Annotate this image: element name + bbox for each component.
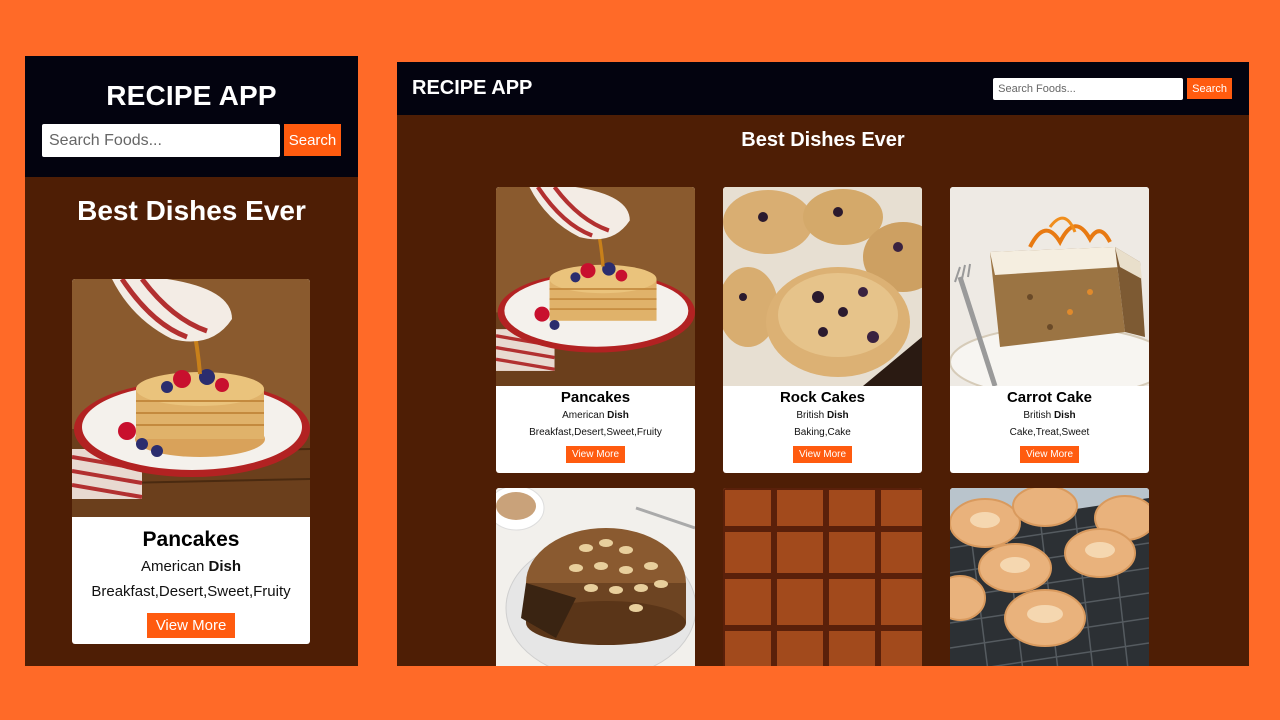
app-title: RECIPE APP xyxy=(412,77,533,99)
carrot-cake-photo xyxy=(950,187,1149,386)
view-more-button[interactable]: View More xyxy=(146,613,236,638)
recipe-card: Carrot Cake British Dish Cake,Treat,Swee… xyxy=(950,187,1149,473)
recipe-grid: Pancakes American Dish Breakfast,Desert,… xyxy=(496,187,1151,666)
brownies-photo xyxy=(723,488,922,666)
recipe-card xyxy=(950,488,1149,666)
area-label: British xyxy=(796,410,825,421)
recipe-area: American Dish xyxy=(496,410,695,421)
view-more-button[interactable]: View More xyxy=(565,446,626,463)
pastries-photo xyxy=(950,488,1149,666)
recipe-name: Rock Cakes xyxy=(779,389,866,406)
search-bar: Search xyxy=(25,124,358,157)
section-title: Best Dishes Ever xyxy=(77,195,306,226)
mobile-header: RECIPE APP Search xyxy=(25,56,358,177)
recipe-tags: Breakfast,Desert,Sweet,Fruity xyxy=(529,427,662,438)
search-button[interactable]: Search xyxy=(284,124,341,156)
search-input[interactable] xyxy=(993,77,1184,100)
view-more-button[interactable]: View More xyxy=(1019,446,1080,463)
dundee-cake-photo xyxy=(496,488,695,666)
section-title: Best Dishes Ever xyxy=(741,129,905,151)
dish-label: Dish xyxy=(607,410,629,421)
view-more-button[interactable]: View More xyxy=(792,446,853,463)
search-button[interactable]: Search xyxy=(1187,78,1232,99)
recipe-area: American Dish xyxy=(72,558,310,575)
recipe-tags: Breakfast,Desert,Sweet,Fruity xyxy=(91,583,291,600)
area-label: American xyxy=(140,558,205,575)
desktop-preview: RECIPE APP Search Best Dishes Ever xyxy=(397,62,1249,666)
search-input[interactable] xyxy=(42,124,280,157)
recipe-card xyxy=(723,488,922,666)
recipe-tags: Baking,Cake xyxy=(794,427,851,438)
area-label: American xyxy=(562,410,605,421)
rock-cakes-photo xyxy=(723,187,922,386)
recipe-name: Carrot Cake xyxy=(1006,389,1093,406)
recipe-card xyxy=(496,488,695,666)
dish-label: Dish xyxy=(826,410,849,421)
recipe-tags: Cake,Treat,Sweet xyxy=(1009,427,1090,438)
app-title: RECIPE APP xyxy=(106,80,277,111)
mobile-preview: RECIPE APP Search Best Dishes Ever xyxy=(25,56,358,666)
recipe-card: Pancakes American Dish Breakfast,Desert,… xyxy=(496,187,695,473)
recipe-area: British Dish xyxy=(950,410,1149,421)
recipe-name: Pancakes xyxy=(142,528,240,551)
recipe-name: Pancakes xyxy=(560,389,631,406)
pancakes-photo xyxy=(496,187,695,386)
pancakes-photo xyxy=(72,279,310,517)
recipe-area: British Dish xyxy=(723,410,922,421)
desktop-header: RECIPE APP Search xyxy=(397,62,1249,115)
area-label: British xyxy=(1023,410,1052,421)
search-bar: Search xyxy=(993,77,1232,100)
dish-label: Dish xyxy=(208,558,242,575)
recipe-card: Rock Cakes British Dish Baking,Cake View… xyxy=(723,187,922,473)
dish-label: Dish xyxy=(1053,410,1076,421)
recipe-card: Pancakes American Dish Breakfast,Desert,… xyxy=(72,279,310,644)
